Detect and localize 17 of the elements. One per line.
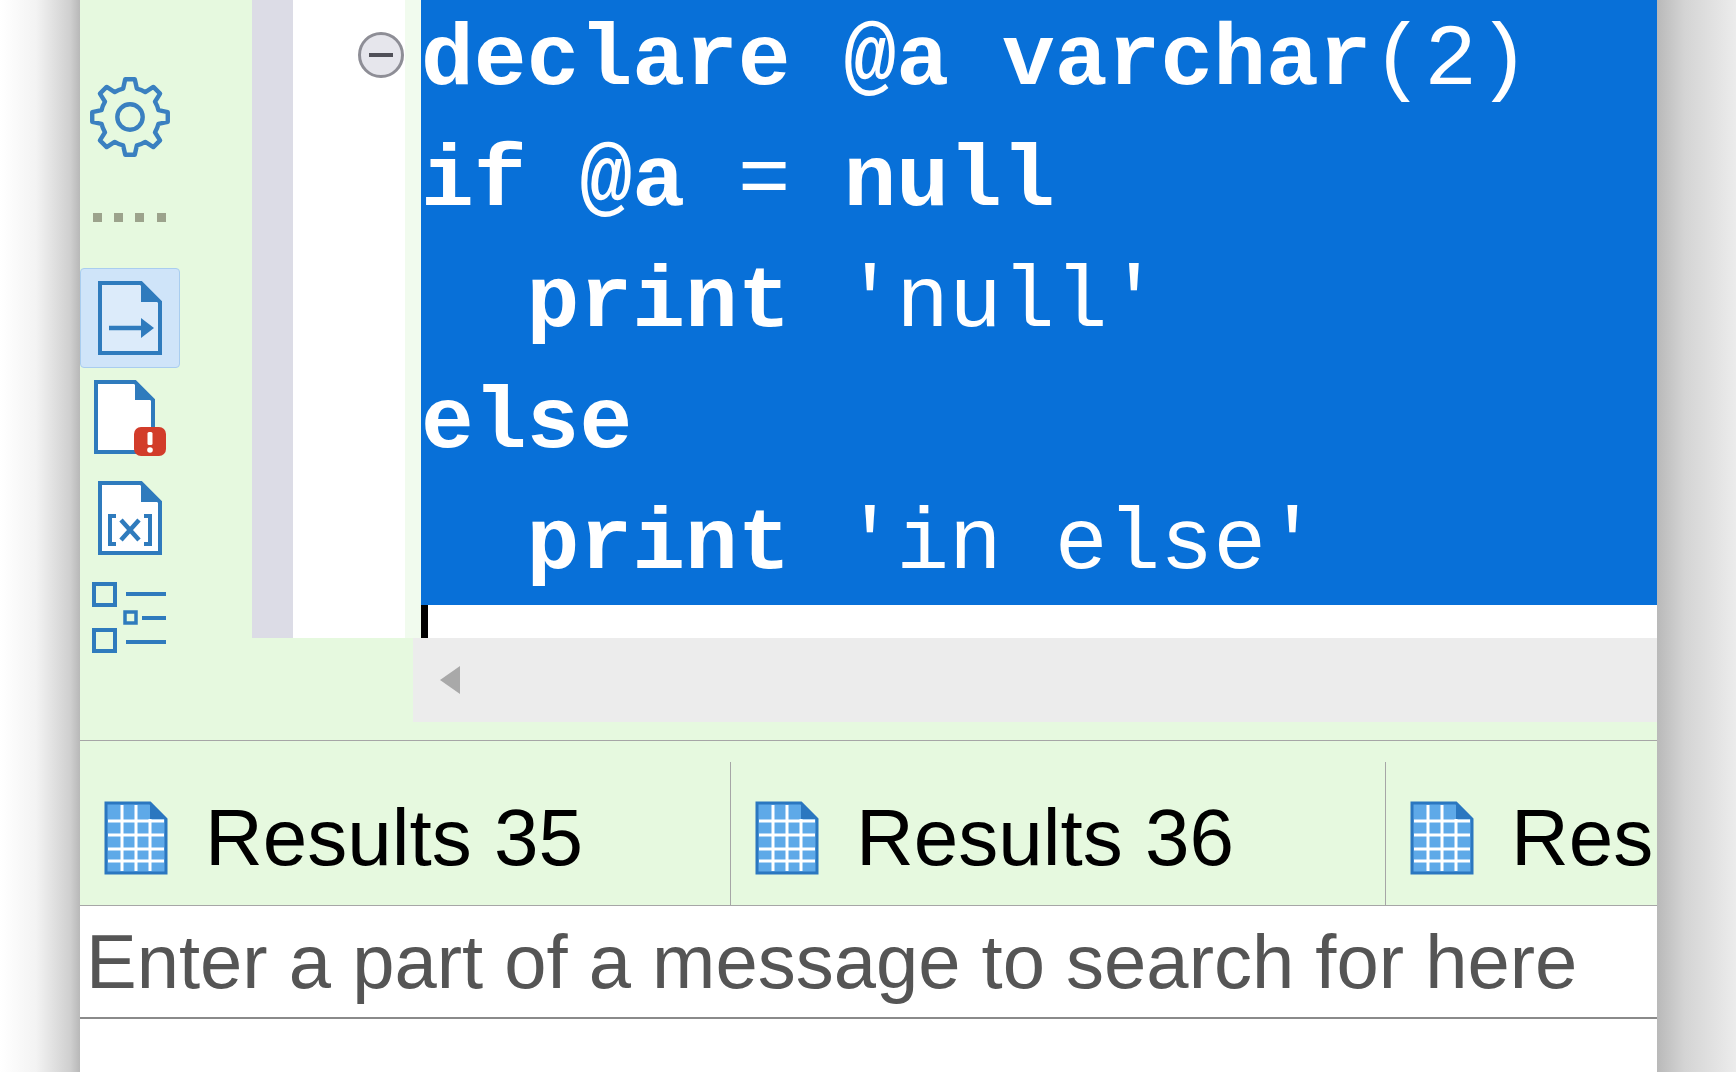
document-error-icon (93, 379, 167, 457)
document-arrow-icon (97, 280, 163, 356)
scroll-left-arrow-icon[interactable] (440, 666, 460, 694)
table-icon (104, 800, 168, 875)
results-tab[interactable]: Results 36 (730, 762, 1385, 905)
results-tab[interactable]: Res (1385, 762, 1657, 905)
gear-icon (89, 76, 171, 158)
toolbar-button[interactable] (80, 268, 180, 368)
results-tab[interactable]: Results 35 (80, 762, 730, 905)
table-icon (1410, 800, 1474, 875)
collapse-icon[interactable] (357, 31, 405, 79)
table-icon (755, 800, 819, 875)
checklist-icon (92, 582, 168, 654)
horizontal-scrollbar[interactable] (413, 638, 1657, 722)
grip-handle-icon[interactable] (93, 213, 166, 222)
document-variable-icon (97, 480, 163, 556)
text-cursor (421, 605, 428, 638)
